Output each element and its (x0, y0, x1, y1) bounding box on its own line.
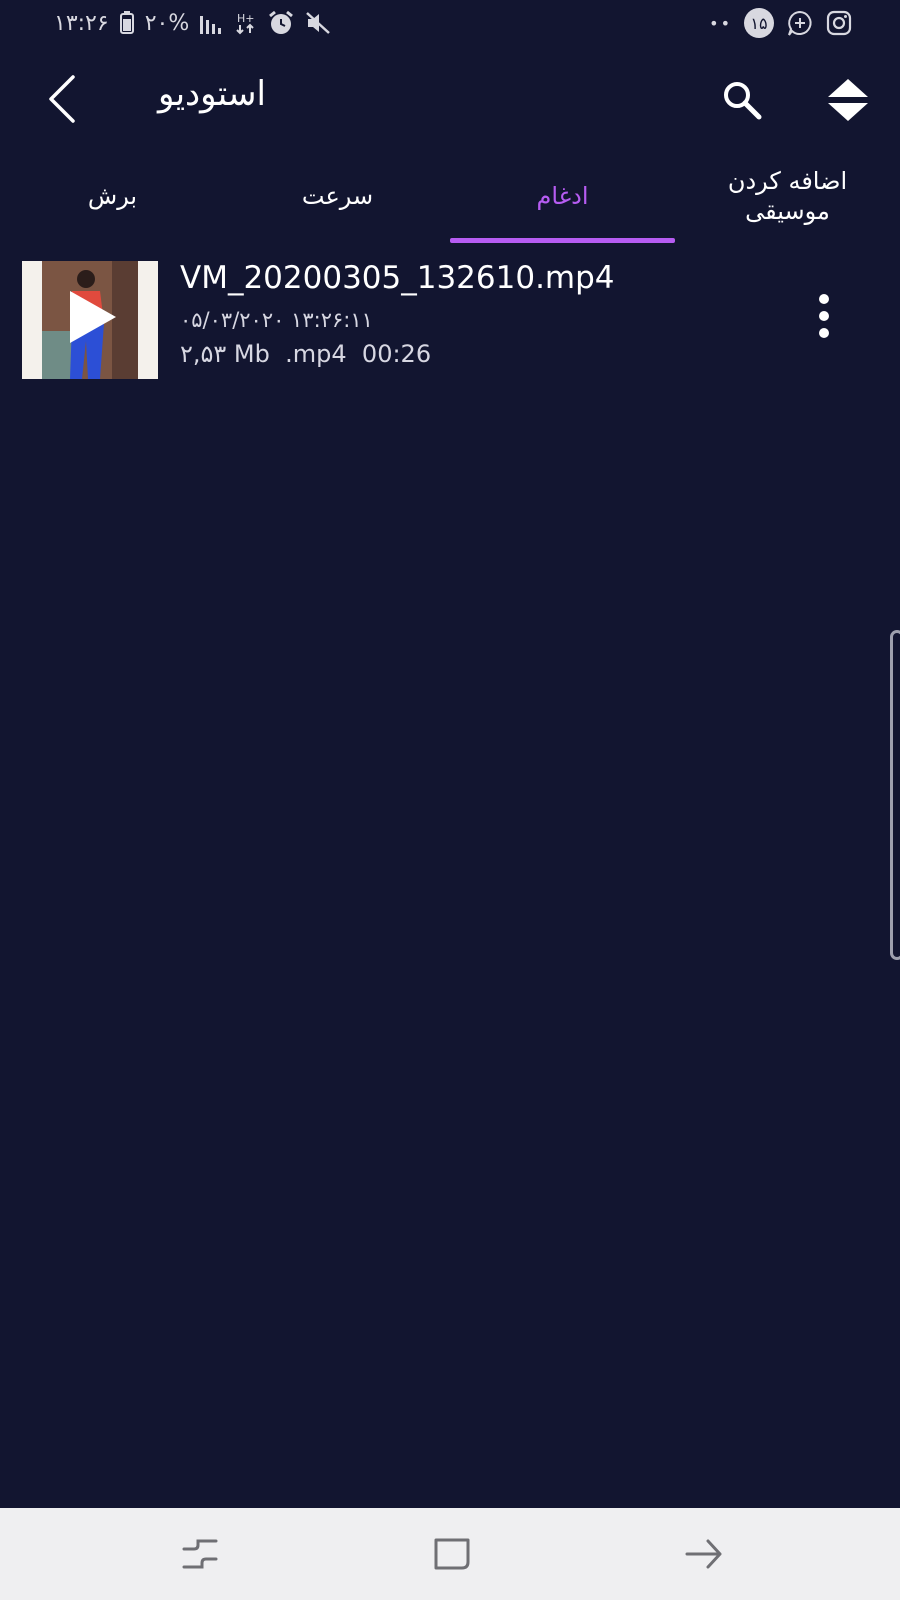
more-options-button[interactable] (804, 288, 844, 344)
home-icon (434, 1538, 470, 1570)
status-dots: •• (709, 13, 732, 33)
message-plus-icon (786, 9, 814, 37)
notification-count: ۱۵ (750, 13, 768, 33)
home-button[interactable] (422, 1526, 482, 1582)
scrollbar-handle[interactable] (890, 630, 900, 960)
list-item[interactable]: VM_20200305_132610.mp4 ۰۵/۰۳/۲۰۲۰ ۱۳:۲۶:… (0, 258, 900, 382)
svg-text:H+: H+ (237, 12, 255, 25)
sort-button[interactable] (820, 72, 876, 128)
video-thumbnail[interactable] (22, 261, 158, 379)
active-tab-indicator (450, 238, 675, 243)
toolbar: استودیو (0, 56, 900, 142)
more-dot (819, 328, 829, 338)
status-bar-left: ۱۳:۲۶ ۲۰% H+ (54, 6, 331, 40)
more-dot (819, 311, 829, 321)
file-extension: .mp4 (285, 340, 347, 368)
tab-bar: برش سرعت ادغام اضافه کردن موسیقی (0, 150, 900, 244)
tab-speed-label: سرعت (301, 182, 374, 210)
recents-button[interactable] (170, 1526, 230, 1582)
chevron-left-icon (49, 75, 75, 123)
system-nav-bar (0, 1508, 900, 1600)
mute-icon (305, 11, 331, 35)
search-button[interactable] (716, 74, 768, 126)
file-name: VM_20200305_132610.mp4 (180, 260, 615, 296)
status-bar-right: •• ۱۵ (709, 6, 852, 40)
file-meta: ۲,۵۳ Mb .mp4 00:26 (180, 340, 431, 368)
signal-icon (199, 12, 225, 34)
data-hplus-icon: H+ (235, 11, 257, 35)
recents-icon (182, 1539, 218, 1569)
back-nav-button[interactable] (674, 1526, 734, 1582)
tab-speed[interactable]: سرعت (225, 150, 450, 242)
page-title: استودیو (158, 74, 266, 114)
tab-cut-label: برش (87, 182, 138, 210)
back-button[interactable] (38, 70, 86, 128)
tab-merge[interactable]: ادغام (450, 150, 675, 242)
file-date: ۰۵/۰۳/۲۰۲۰ ۱۳:۲۶:۱۱ (180, 308, 373, 332)
instagram-icon (826, 10, 852, 36)
video-list: VM_20200305_132610.mp4 ۰۵/۰۳/۲۰۲۰ ۱۳:۲۶:… (0, 258, 900, 382)
battery-percent: ۲۰% (144, 10, 190, 36)
arrow-right-icon (685, 1539, 722, 1569)
tab-add-music-label: اضافه کردن موسیقی (727, 167, 848, 225)
file-size: ۲,۵۳ Mb (180, 340, 270, 368)
status-bar: ۱۳:۲۶ ۲۰% H+ •• ۱۵ (0, 0, 900, 46)
tab-cut[interactable]: برش (0, 150, 225, 242)
notification-badge-icon: ۱۵ (744, 8, 774, 38)
more-vertical-icon (819, 294, 829, 304)
tab-merge-label: ادغام (536, 182, 589, 210)
alarm-icon (267, 10, 295, 36)
play-icon (70, 291, 116, 343)
battery-icon (119, 11, 135, 35)
status-time: ۱۳:۲۶ (54, 10, 109, 36)
sort-icon (828, 79, 868, 121)
tab-add-music[interactable]: اضافه کردن موسیقی (675, 150, 900, 242)
file-duration: 00:26 (361, 340, 432, 368)
search-icon (724, 82, 762, 120)
